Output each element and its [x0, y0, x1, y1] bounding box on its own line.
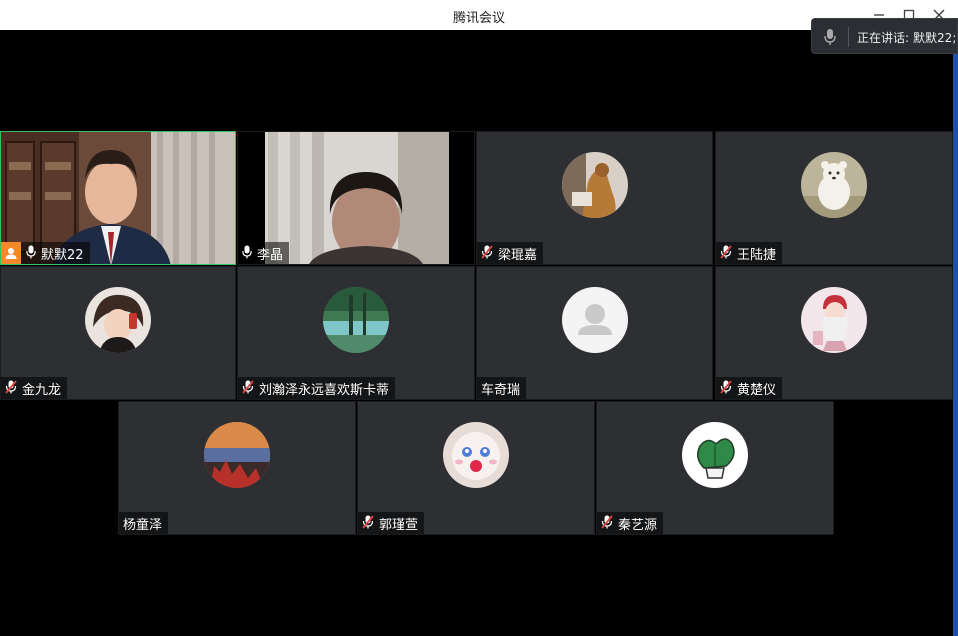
- participant-name: 黄楚仪: [737, 382, 777, 398]
- participant-tile-5[interactable]: 刘瀚泽永远喜欢斯卡蒂: [237, 266, 475, 400]
- mic-muted-icon: [5, 379, 17, 398]
- participant-avatar: [801, 287, 867, 353]
- mic-muted-icon: [720, 244, 732, 263]
- microphone-icon: [824, 28, 836, 50]
- divider: [848, 27, 849, 47]
- participant-name-tag: 杨童泽: [119, 512, 169, 534]
- participant-tile-1[interactable]: 李晶: [237, 131, 475, 265]
- window-edge: [953, 54, 958, 636]
- participant-tile-3[interactable]: 王陆捷: [715, 131, 953, 265]
- participant-tile-8[interactable]: 杨童泽: [118, 401, 356, 535]
- participant-name: 刘瀚泽永远喜欢斯卡蒂: [259, 382, 390, 398]
- participant-avatar: [801, 152, 867, 218]
- speaking-label: 正在讲话:: [857, 31, 910, 45]
- participant-avatar: [561, 152, 628, 218]
- mic-muted-icon: [720, 379, 732, 398]
- participant-name-tag: 刘瀚泽永远喜欢斯卡蒂: [238, 377, 396, 399]
- participant-tile-4[interactable]: 金九龙: [0, 266, 236, 400]
- participant-name-tag: 王陆捷: [716, 242, 783, 264]
- microphone-icon: [26, 244, 36, 263]
- participant-name: 金九龙: [22, 382, 62, 398]
- participant-name-tag: 秦艺源: [597, 512, 664, 534]
- host-icon: [1, 242, 21, 264]
- participant-name-tag: 金九龙: [1, 377, 68, 399]
- mic-muted-icon: [481, 244, 493, 263]
- speaking-indicator: 正在讲话: 默默22;: [811, 18, 958, 54]
- participant-name-tag: 黄楚仪: [716, 377, 783, 399]
- mic-muted-icon: [601, 514, 613, 533]
- participant-avatar: [204, 422, 270, 488]
- participant-name: 车奇瑞: [481, 382, 521, 398]
- mic-muted-icon: [242, 379, 254, 398]
- participant-name: 杨童泽: [123, 517, 163, 533]
- participant-tile-10[interactable]: 秦艺源: [596, 401, 834, 535]
- participant-name-tag: 车奇瑞: [477, 377, 527, 399]
- participant-tile-0[interactable]: 默默22: [0, 131, 236, 265]
- speaking-names: 默默22;: [913, 31, 957, 45]
- participant-name: 王陆捷: [737, 247, 777, 263]
- participant-name-tag: 默默22: [1, 242, 90, 264]
- participant-name-tag: 梁琨嘉: [477, 242, 544, 264]
- participant-tile-7[interactable]: 黄楚仪: [715, 266, 953, 400]
- participant-name: 默默22: [41, 247, 84, 263]
- participant-name: 李晶: [257, 247, 284, 263]
- participant-avatar: [443, 422, 509, 488]
- participant-name-tag: 李晶: [238, 242, 290, 264]
- default-avatar-icon: [561, 287, 628, 353]
- participant-tile-2[interactable]: 梁琨嘉: [476, 131, 713, 265]
- mic-muted-icon: [362, 514, 374, 533]
- speaking-text: 正在讲话: 默默22;: [857, 29, 956, 46]
- participant-name: 郭瑾萱: [379, 517, 419, 533]
- participant-avatar: [682, 422, 748, 488]
- participant-tile-9[interactable]: 郭瑾萱: [357, 401, 595, 535]
- participant-name-tag: 郭瑾萱: [358, 512, 425, 534]
- participant-tile-6[interactable]: 车奇瑞: [476, 266, 713, 400]
- participant-avatar: [323, 287, 389, 353]
- participant-avatar: [85, 287, 151, 353]
- participant-name: 秦艺源: [618, 517, 658, 533]
- participant-name: 梁琨嘉: [498, 247, 538, 263]
- microphone-icon: [242, 244, 252, 263]
